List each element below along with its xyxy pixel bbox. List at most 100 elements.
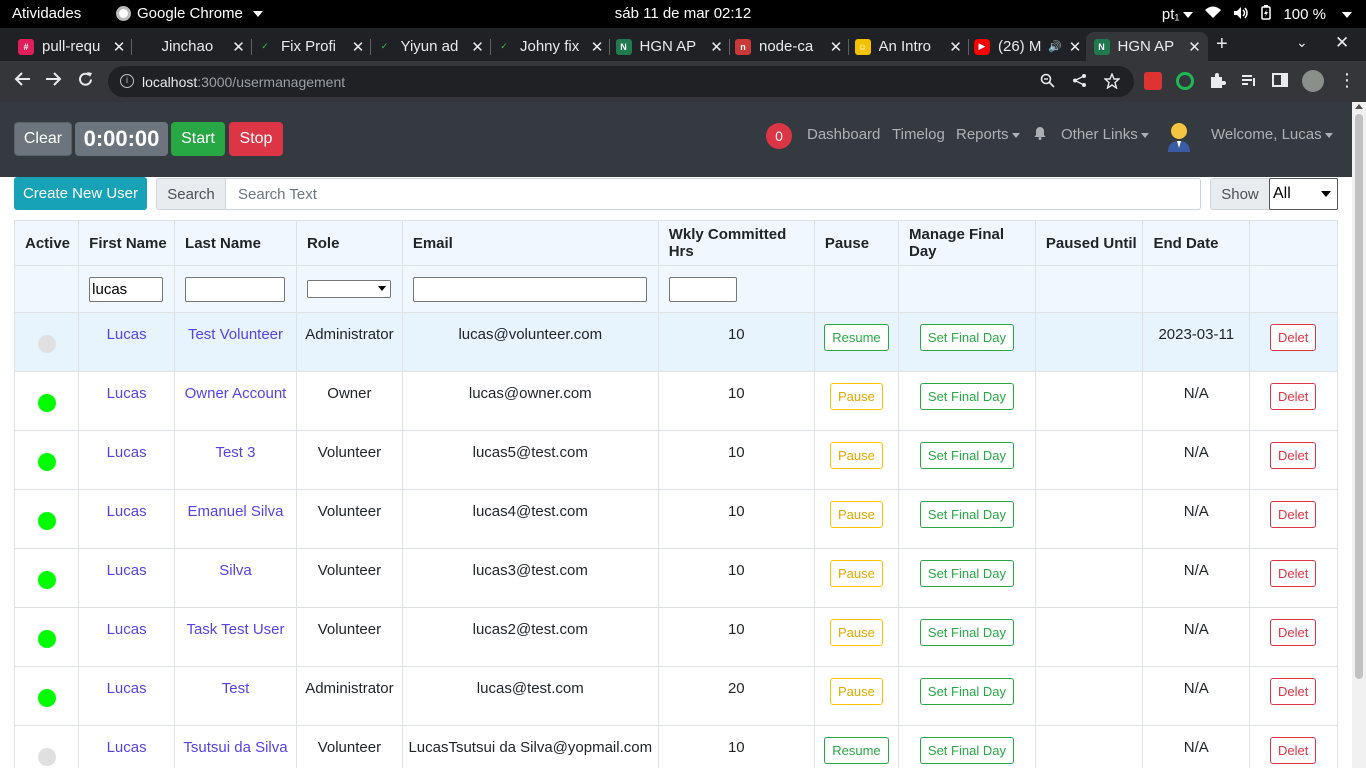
tab-close-icon[interactable]: ✕ — [708, 38, 726, 56]
tab-close-icon[interactable]: ✕ — [230, 38, 248, 56]
extensions-puzzle-icon[interactable] — [1208, 72, 1226, 90]
browser-tab[interactable]: n node-ca ✕ — [727, 32, 849, 61]
last-name-link[interactable]: Emanuel Silva — [188, 503, 284, 520]
tab-close-icon[interactable]: ✕ — [947, 38, 965, 56]
bell-icon[interactable] — [1033, 126, 1047, 140]
active-status-dot[interactable] — [37, 394, 56, 412]
create-new-user-button[interactable]: Create New User — [14, 177, 147, 210]
address-bar[interactable]: i localhost:3000/usermanagement — [108, 66, 1134, 97]
keyboard-layout[interactable]: pt₁ — [1162, 6, 1194, 23]
first-name-link[interactable]: Lucas — [107, 503, 147, 520]
page-scrollbar[interactable] — [1352, 102, 1366, 768]
first-name-link[interactable]: Lucas — [107, 680, 147, 697]
delete-button[interactable]: Delet — [1270, 324, 1317, 351]
tab-close-icon[interactable]: ✕ — [110, 38, 128, 56]
scrollbar-thumb[interactable] — [1355, 114, 1363, 679]
resume-button[interactable]: Resume — [824, 737, 889, 764]
forward-icon[interactable] — [45, 71, 63, 92]
reading-list-icon[interactable] — [1240, 72, 1258, 90]
last-name-link[interactable]: Test — [222, 680, 250, 697]
pause-button[interactable]: Pause — [830, 678, 883, 705]
delete-button[interactable]: Delet — [1270, 560, 1317, 587]
pause-button[interactable]: Pause — [830, 383, 883, 410]
first-name-link[interactable]: Lucas — [107, 326, 147, 343]
browser-tab[interactable]: # pull-requ ✕ — [10, 32, 132, 61]
first-name-link[interactable]: Lucas — [107, 621, 147, 638]
resume-button[interactable]: Resume — [824, 324, 889, 351]
hours-filter[interactable] — [668, 276, 737, 302]
last-name-link[interactable]: Tsutsui da Silva — [183, 739, 287, 756]
share-icon[interactable] — [1072, 73, 1087, 91]
first-name-link[interactable]: Lucas — [107, 739, 147, 756]
browser-tab[interactable]: Jinchao ✕ — [130, 32, 252, 61]
first-name-link[interactable]: Lucas — [107, 562, 147, 579]
window-close-icon[interactable]: ✕ — [1335, 33, 1349, 53]
start-timer-button[interactable]: Start — [171, 122, 225, 156]
active-status-dot[interactable] — [37, 571, 56, 589]
set-final-day-button[interactable]: Set Final Day — [919, 442, 1014, 469]
browser-tab[interactable]: ✓ Yiyun ad ✕ — [369, 32, 491, 61]
delete-button[interactable]: Delet — [1270, 619, 1317, 646]
zoom-icon[interactable] — [1040, 73, 1055, 91]
last-name-filter[interactable] — [185, 276, 286, 302]
tab-close-icon[interactable]: ✕ — [588, 38, 606, 56]
tab-close-icon[interactable]: ✕ — [1066, 38, 1084, 56]
stop-timer-button[interactable]: Stop — [229, 122, 283, 156]
nav-reports-dropdown[interactable]: Reports — [956, 126, 1020, 143]
nav-welcome-dropdown[interactable]: Welcome, Lucas — [1211, 126, 1333, 143]
reload-icon[interactable] — [77, 71, 94, 93]
set-final-day-button[interactable]: Set Final Day — [919, 678, 1014, 705]
last-name-link[interactable]: Silva — [219, 562, 252, 579]
role-filter-select[interactable] — [306, 280, 391, 298]
delete-button[interactable]: Delet — [1270, 678, 1317, 705]
delete-button[interactable]: Delet — [1270, 442, 1317, 469]
first-name-filter[interactable] — [89, 276, 164, 302]
user-avatar-icon[interactable] — [1166, 122, 1192, 152]
active-status-dot[interactable] — [37, 630, 56, 648]
delete-button[interactable]: Delet — [1270, 737, 1317, 764]
active-status-dot[interactable] — [37, 512, 56, 530]
tab-close-icon[interactable]: ✕ — [827, 38, 845, 56]
tab-close-icon[interactable]: ✕ — [469, 38, 487, 56]
pause-button[interactable]: Pause — [830, 501, 883, 528]
browser-tab[interactable]: ✓ Fix Profi ✕ — [249, 32, 371, 61]
back-icon[interactable] — [13, 71, 31, 92]
first-name-link[interactable]: Lucas — [107, 444, 147, 461]
last-name-link[interactable]: Owner Account — [185, 385, 287, 402]
nav-dashboard-link[interactable]: Dashboard — [807, 126, 880, 143]
app-menu[interactable]: Google Chrome — [116, 5, 263, 22]
active-status-dot[interactable] — [37, 335, 56, 353]
tab-search-icon[interactable]: ⌄ — [1296, 34, 1308, 51]
pause-button[interactable]: Pause — [830, 560, 883, 587]
browser-tab[interactable]: N HGN AP ✕ — [608, 32, 730, 61]
delete-button[interactable]: Delet — [1270, 383, 1317, 410]
system-tray[interactable]: pt₁ 100 % — [1162, 5, 1352, 24]
notification-count-badge[interactable]: 0 — [766, 123, 792, 149]
pause-button[interactable]: Pause — [830, 442, 883, 469]
tab-close-icon[interactable]: ✕ — [1186, 38, 1204, 56]
active-status-dot[interactable] — [37, 689, 56, 707]
first-name-link[interactable]: Lucas — [107, 385, 147, 402]
search-input[interactable] — [225, 178, 1201, 210]
set-final-day-button[interactable]: Set Final Day — [919, 560, 1014, 587]
set-final-day-button[interactable]: Set Final Day — [919, 501, 1014, 528]
bookmark-star-icon[interactable] — [1103, 72, 1121, 92]
email-filter[interactable] — [412, 276, 647, 302]
active-status-dot[interactable] — [37, 748, 56, 766]
site-info-icon[interactable]: i — [120, 74, 134, 88]
last-name-link[interactable]: Test Volunteer — [188, 326, 283, 343]
browser-tab[interactable]: ☺ An Intro ✕ — [847, 32, 969, 61]
tab-close-icon[interactable]: ✕ — [349, 38, 367, 56]
browser-tab[interactable]: ▶ (26) M 🔊 ✕ — [966, 32, 1088, 61]
pause-button[interactable]: Pause — [830, 619, 883, 646]
nav-timelog-link[interactable]: Timelog — [892, 126, 945, 143]
set-final-day-button[interactable]: Set Final Day — [919, 737, 1014, 764]
browser-tab[interactable]: N HGN AP ✕ — [1085, 32, 1208, 61]
active-status-dot[interactable] — [37, 453, 56, 471]
last-name-link[interactable]: Task Test User — [186, 621, 284, 638]
nav-other-links-dropdown[interactable]: Other Links — [1061, 126, 1149, 143]
new-tab-icon[interactable]: + — [1216, 33, 1228, 56]
clear-timer-button[interactable]: Clear — [14, 122, 72, 156]
extension-icon[interactable] — [1144, 72, 1162, 90]
set-final-day-button[interactable]: Set Final Day — [919, 383, 1014, 410]
